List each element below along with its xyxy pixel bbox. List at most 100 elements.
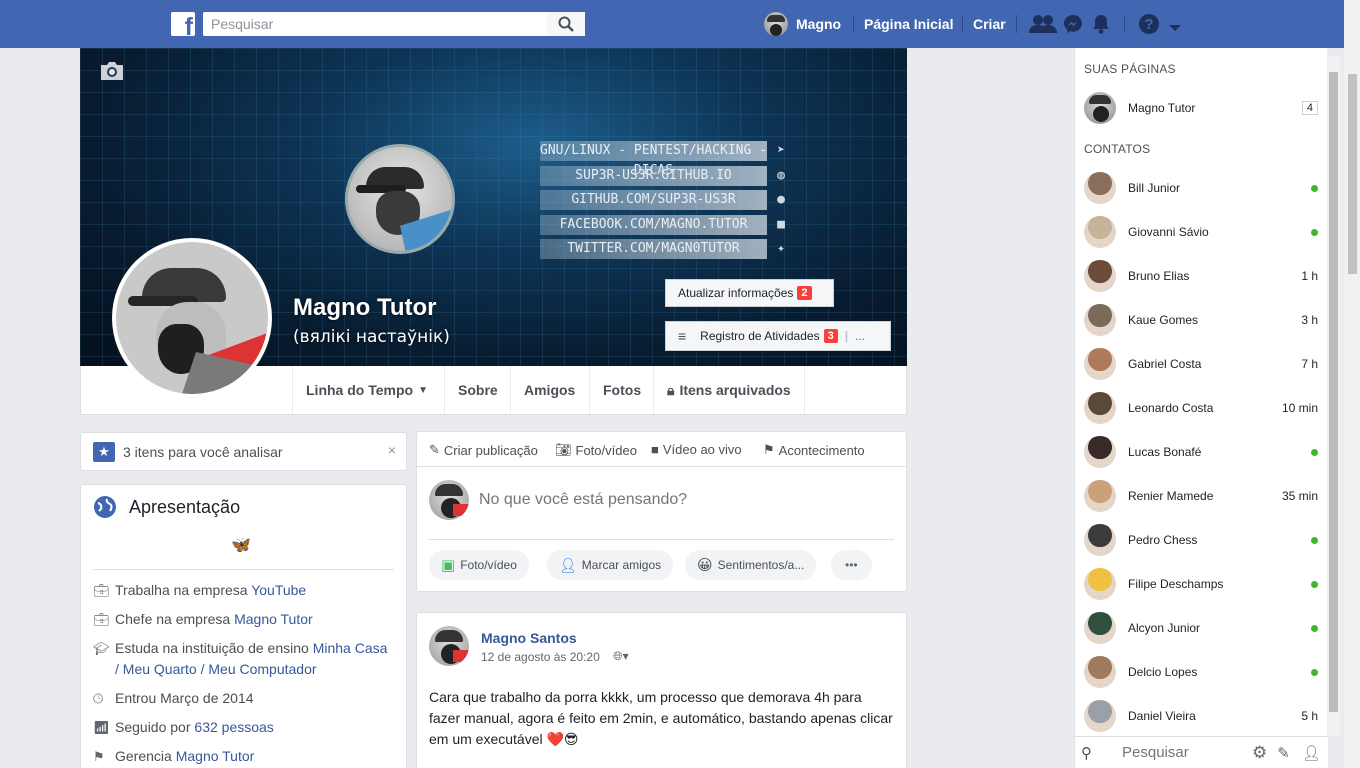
contact-name: Kaue Gomes [1128,313,1199,327]
contact-item[interactable]: Lucas Bonafé [1084,434,1318,470]
tab-photos[interactable]: Fotos [589,366,654,414]
create-link[interactable]: Criar [973,0,1006,48]
avatar [1084,260,1116,292]
compose-icon[interactable]: ✎ [1277,744,1290,762]
intro-link[interactable]: Magno Tutor [176,748,255,764]
list-icon: ≡ [678,328,687,344]
intro-text: Seguido por [115,719,195,735]
your-pages-heading: SUAS PÁGINAS [1084,62,1176,76]
facebook-logo-icon[interactable]: f [171,12,195,36]
life-event-tab[interactable]: ⚑ Acontecimento [763,442,865,458]
avatar [1084,436,1116,468]
last-active-time: 3 h [1301,313,1318,327]
last-active-time: 5 h [1301,709,1318,723]
more-options-button[interactable]: ... [855,329,865,343]
divider [93,569,394,570]
gear-icon[interactable]: ⚙ [1252,743,1267,763]
avatar[interactable] [429,626,469,666]
photo-video-button[interactable]: ▣ Foto/vídeo [429,550,529,580]
video-camera-icon: ■ [651,442,659,457]
avatar [1084,304,1116,336]
photo-video-tab[interactable]: 📷︎ Foto/vídeo [555,442,637,458]
chat-search-input[interactable] [1122,741,1234,764]
add-contact-icon[interactable]: 👤︎ [1302,744,1321,762]
contact-item[interactable]: Alcyon Junior [1084,610,1318,646]
tab-friends[interactable]: Amigos [510,366,588,414]
intro-link[interactable]: Magno Tutor [234,611,313,627]
profile-nav-link[interactable]: Magno [764,0,841,48]
update-info-label: Atualizar informações [678,286,794,300]
intro-link[interactable]: YouTube [251,582,306,598]
briefcase-icon: 💼︎ [93,612,110,627]
globe-icon: ◍ [777,168,785,183]
account-menu-chevron-down-icon[interactable] [1168,24,1182,32]
sidebar-scrollbar-thumb[interactable] [1329,72,1338,712]
activity-log-button[interactable]: ≡ Registro de Atividades 3 | ... [665,321,891,351]
nav-divider [853,15,854,33]
contact-item[interactable]: Giovanni Sávio [1084,214,1318,250]
update-info-button[interactable]: Atualizar informações 2 [665,279,834,307]
contact-item[interactable]: Pedro Chess [1084,522,1318,558]
contact-item[interactable]: Delcio Lopes [1084,654,1318,690]
tab-label: Amigos [524,382,576,398]
status-input[interactable] [479,488,807,512]
page-scrollbar-thumb[interactable] [1348,74,1357,274]
briefcase-icon: 💼︎ [93,583,110,598]
contact-item[interactable]: Bill Junior [1084,170,1318,206]
tab-label: Foto/vídeo [575,442,637,458]
review-items-card[interactable]: ★ 3 itens para você analisar × [80,432,407,471]
contact-name: Gabriel Costa [1128,357,1202,371]
contact-name: Alcyon Junior [1128,621,1201,635]
avatar [1084,216,1116,248]
intro-link[interactable]: 632 pessoas [194,719,273,735]
contact-name: Giovanni Sávio [1128,225,1209,239]
online-status-dot [1311,448,1318,456]
tab-label: Acontecimento [778,442,865,458]
search-input[interactable] [203,12,585,36]
cover-text-bar: GITHUB.COM/SUP3R-US3R ● [540,190,785,210]
avatar [1084,612,1116,644]
contact-name: Pedro Chess [1128,533,1198,547]
search-button[interactable] [547,12,585,36]
tab-archived-items[interactable]: 🔒︎ Itens arquivados [653,366,805,414]
contact-name: Bill Junior [1128,181,1181,195]
create-post-tab[interactable]: ✎ Criar publicação [429,442,538,458]
profile-picture[interactable] [112,238,272,398]
facebook-icon: ■ [777,217,785,232]
friend-requests-icon[interactable] [1029,14,1057,34]
intro-education-item: 🎓︎ Estuda na instituição de ensino Minha … [93,638,393,680]
tab-timeline[interactable]: Linha do Tempo ▼ [292,366,441,414]
messenger-icon[interactable] [1063,14,1083,34]
post-timestamp[interactable]: 12 de agosto às 20:20 [481,650,600,664]
audience-globe-icon[interactable]: 🌐︎▾ [613,649,629,664]
close-icon[interactable]: × [388,442,396,458]
post-author-link[interactable]: Magno Santos [481,630,577,646]
help-icon[interactable]: ? [1138,13,1160,35]
tag-friends-button[interactable]: 👤︎ Marcar amigos [547,550,674,580]
contact-item[interactable]: Bruno Elias 1 h [1084,258,1318,294]
cover-text-bar: GNU/LINUX - PENTEST/HACKING - DICAS➤ [540,141,785,178]
contact-item[interactable]: Gabriel Costa 7 h [1084,346,1318,382]
more-actions-button[interactable]: ••• [831,550,872,580]
tab-label: Fotos [603,382,642,398]
contact-item[interactable]: Leonardo Costa 10 min [1084,390,1318,426]
contact-item[interactable]: Filipe Deschamps [1084,566,1318,602]
home-link[interactable]: Página Inicial [864,0,953,48]
cover-text-bar: TWITTER.COM/MAGN0TUTOR ✦ [540,239,785,259]
search-icon: ⚲ [1081,744,1092,762]
feeling-activity-button[interactable]: 😀 Sentimentos/a... [685,550,817,580]
page-item[interactable]: Magno Tutor 4 [1084,90,1318,126]
post-composer: ✎ Criar publicação 📷︎ Foto/vídeo ■ Vídeo ao… [416,431,907,592]
contact-name: Renier Mamede [1128,489,1214,503]
contact-item[interactable]: Kaue Gomes 3 h [1084,302,1318,338]
live-video-tab[interactable]: ■ Vídeo ao vivo [651,442,742,457]
intro-text: Trabalha na empresa [115,582,252,598]
divider [417,466,906,467]
camera-icon[interactable] [99,60,125,85]
tab-about[interactable]: Sobre [444,366,511,414]
notifications-bell-icon[interactable] [1092,14,1110,34]
avatar [1084,348,1116,380]
post-body: Cara que trabalho da porra kkkk, um proc… [429,687,896,750]
contact-item[interactable]: Renier Mamede 35 min [1084,478,1318,514]
contact-item[interactable]: Daniel Vieira 5 h [1084,698,1318,734]
